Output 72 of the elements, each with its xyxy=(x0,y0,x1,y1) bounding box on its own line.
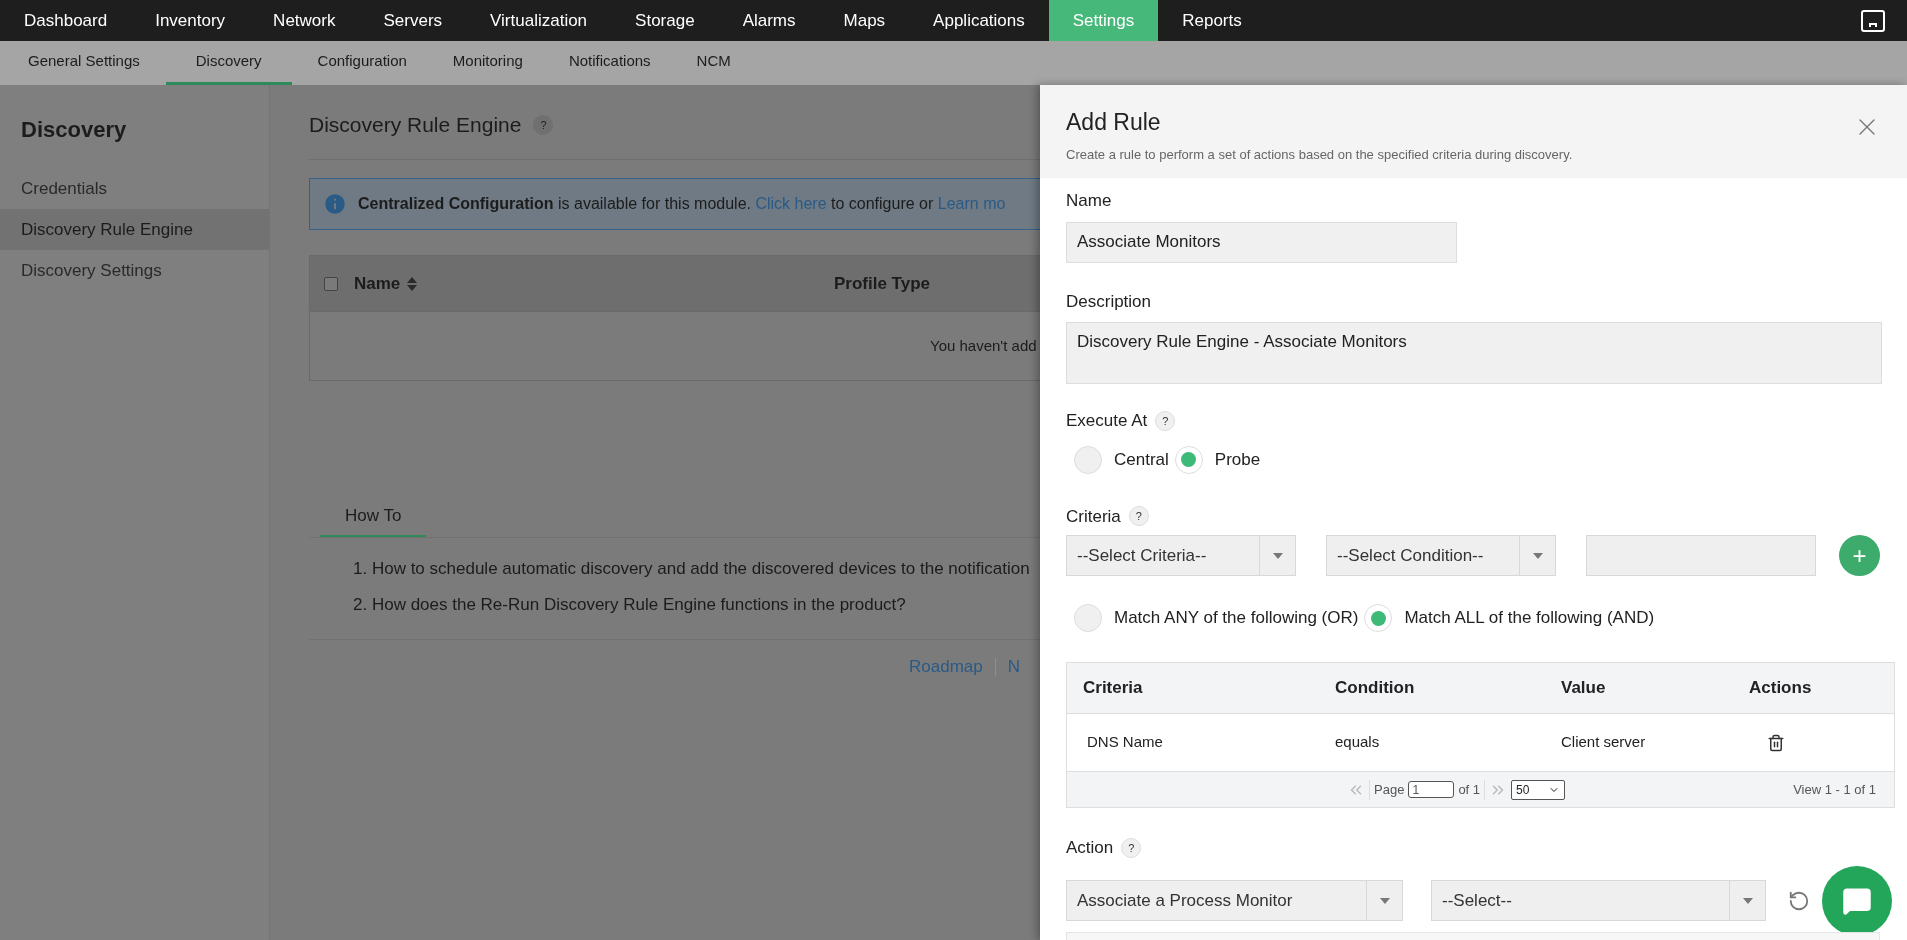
radio-button[interactable] xyxy=(1174,445,1203,474)
field-label: Action xyxy=(1066,837,1114,859)
sidebar-item[interactable]: Discovery Rule Engine xyxy=(0,209,269,250)
caret-icon xyxy=(1532,552,1543,559)
field-label: Description xyxy=(1066,290,1153,313)
description-field[interactable]: Discovery Rule Engine - Associate Monitors xyxy=(1066,322,1882,384)
nav-tab[interactable]: Network xyxy=(249,0,360,41)
delete-icon[interactable] xyxy=(1767,733,1785,752)
caret-icon xyxy=(1272,552,1283,559)
page-count: of 1 xyxy=(1458,780,1481,799)
field-label: Criteria xyxy=(1066,505,1121,528)
column-header: Actions xyxy=(1749,677,1812,700)
criteria-dropdown[interactable]: --Select Criteria-- xyxy=(1066,535,1296,576)
sub-nav-tab[interactable]: Configuration xyxy=(297,41,427,85)
view-count: View 1 - 1 of 1 xyxy=(1793,780,1877,799)
nav-tab[interactable]: Servers xyxy=(359,0,467,41)
nav-tab[interactable]: Reports xyxy=(1158,0,1266,41)
reset-icon[interactable] xyxy=(1788,889,1810,912)
condition-dropdown[interactable]: --Select Condition-- xyxy=(1326,535,1556,576)
sidebar-item[interactable]: Discovery Settings xyxy=(0,250,269,291)
nav-tab[interactable]: Virtualization xyxy=(466,0,612,41)
table-cell-text: Client server xyxy=(1561,732,1646,753)
nav-tab[interactable]: Alarms xyxy=(718,0,820,41)
radio-label: Probe xyxy=(1214,448,1261,471)
field-label: Execute At xyxy=(1066,410,1148,432)
column-header: Criteria xyxy=(1083,677,1143,700)
help-icon[interactable]: ? xyxy=(1128,506,1149,527)
sub-nav-tab[interactable]: Notifications xyxy=(548,41,671,85)
target-dropdown[interactable]: --Select-- xyxy=(1431,880,1766,921)
page-number-field[interactable]: 1 xyxy=(1408,781,1455,798)
value-field[interactable] xyxy=(1586,535,1816,576)
column-header: Condition xyxy=(1335,677,1415,700)
empty-message: You haven't add xyxy=(930,335,1037,356)
how-to-link[interactable]: 1. How to schedule automatic discovery and add the discovered devices to the notification xyxy=(353,556,1040,582)
radio-label: Central xyxy=(1114,448,1169,471)
table-cell-text: DNS Name xyxy=(1087,732,1163,753)
help-icon[interactable]: ? xyxy=(1121,837,1142,858)
page-label: Page xyxy=(1374,780,1405,799)
sub-nav-tab[interactable]: NCM xyxy=(676,41,751,85)
info-message: Centralized Configuration is available for this module. Click here to configure or Learn mo xyxy=(358,194,1006,214)
sub-nav-tab[interactable]: General Settings xyxy=(8,41,160,85)
radio-label: Match ANY of the following (OR) xyxy=(1114,607,1359,630)
sidebar-title: Discovery xyxy=(20,116,128,144)
table-cell-text: equals xyxy=(1335,732,1380,753)
drawer-subtitle: Create a rule to perform a set of actions based on the specified criteria during discovery. xyxy=(1066,145,1574,164)
nav-tab[interactable]: Dashboard xyxy=(0,0,132,41)
display-icon[interactable] xyxy=(1861,9,1885,32)
sort-icon[interactable] xyxy=(407,275,418,292)
name-field[interactable]: Associate Monitors xyxy=(1066,221,1457,263)
radio-button[interactable] xyxy=(1364,604,1393,632)
caret-icon xyxy=(1379,897,1390,904)
caret-icon xyxy=(1742,897,1753,904)
page-title: Discovery Rule Engine xyxy=(309,112,522,139)
how-to-tab[interactable]: How To xyxy=(320,496,427,537)
sidebar-item[interactable]: Credentials xyxy=(0,168,269,209)
drawer-title: Add Rule xyxy=(1066,108,1162,137)
column-header: Value xyxy=(1561,677,1606,700)
nav-tab[interactable]: Applications xyxy=(909,0,1049,41)
action-dropdown[interactable]: Associate a Process Monitor xyxy=(1066,880,1403,921)
field-label: Name xyxy=(1066,190,1113,212)
checkbox[interactable] xyxy=(324,276,338,291)
radio-label: Match ALL of the following (AND) xyxy=(1404,607,1655,630)
how-to-link[interactable]: 2. How does the Re-Run Discovery Rule Engine functions in the product? xyxy=(353,591,1040,617)
info-icon xyxy=(322,191,348,217)
radio-button[interactable] xyxy=(1074,604,1102,632)
help-icon[interactable]: ? xyxy=(1155,410,1176,431)
radio-button[interactable] xyxy=(1074,445,1102,474)
sub-nav-tab[interactable]: Monitoring xyxy=(432,41,543,85)
nav-tab[interactable]: Maps xyxy=(819,0,910,41)
nav-tab[interactable]: Storage xyxy=(611,0,719,41)
page-size-select[interactable]: 50 xyxy=(1511,779,1566,800)
nav-tab[interactable]: Inventory xyxy=(131,0,250,41)
